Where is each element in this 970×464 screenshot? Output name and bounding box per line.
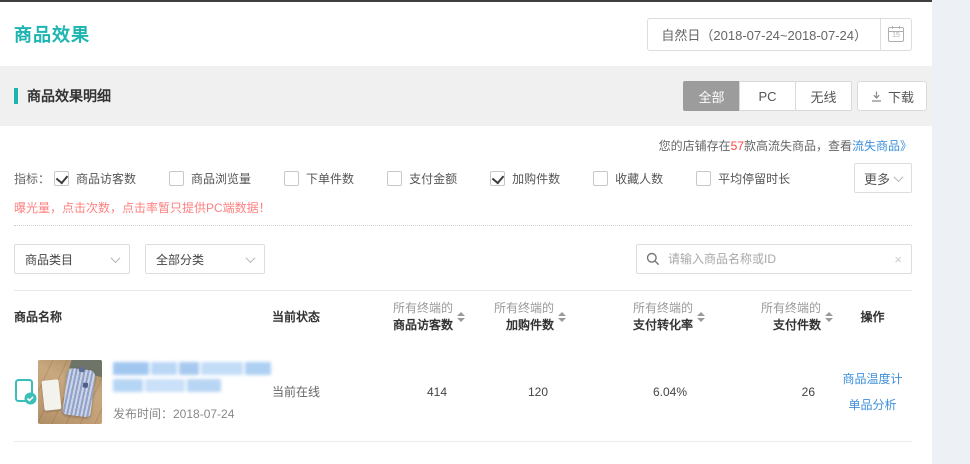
product-effect-page: 商品效果 自然日（2018-07-24~2018-07-24） 15 商品效果明… (0, 0, 970, 464)
chevron-down-icon (111, 253, 121, 263)
single-item-analysis-link[interactable]: 单品分析 (848, 396, 896, 413)
checkbox-avg-stay[interactable] (696, 171, 711, 186)
checkbox-cart-adds[interactable] (490, 171, 505, 186)
metric-payment-amount[interactable]: 支付金额 (387, 170, 457, 187)
terminal-tab-group: 全部 PC 无线 (683, 81, 852, 111)
product-search-box: × (636, 244, 912, 274)
visitors-value: 414 (339, 385, 465, 399)
metric-orders[interactable]: 下单件数 (284, 170, 354, 187)
pc-data-warning: 曝光量，点击次数，点击率暂只提供PC端数据！ (14, 194, 912, 225)
col-header-cart: 所有终端的加购件数 (465, 300, 566, 334)
col-header-status: 当前状态 (264, 308, 339, 325)
metric-label: 商品浏览量 (191, 170, 251, 187)
metric-label: 支付金额 (409, 170, 457, 187)
product-name-redacted[interactable] (113, 362, 271, 375)
table-header: 商品名称 当前状态 所有终端的商品访客数 所有终端的加购件数 所有终端的支付转化… (14, 290, 912, 342)
product-thermometer-link[interactable]: 商品温度计 (842, 370, 902, 387)
metric-avg-stay[interactable]: 平均停留时长 (696, 170, 790, 187)
sort-icon[interactable] (697, 312, 705, 322)
col-header-operations: 操作 (833, 308, 912, 325)
more-metrics-button[interactable]: 更多 (854, 163, 912, 193)
tab-pc[interactable]: PC (739, 81, 796, 111)
category-dropdown[interactable]: 商品类目 (14, 244, 130, 274)
filter-row: 商品类目 全部分类 × (14, 226, 912, 290)
date-range-picker[interactable]: 自然日（2018-07-24~2018-07-24） 15 (647, 18, 912, 51)
calendar-icon: 15 (888, 27, 904, 42)
col-header-pay: 所有终端的支付件数 (705, 300, 833, 334)
search-input[interactable] (668, 252, 886, 266)
metric-label: 收藏人数 (615, 170, 663, 187)
section-title-wrap: 商品效果明细 (14, 86, 111, 106)
cart-adds-value: 120 (465, 385, 566, 399)
more-label: 更多 (864, 169, 890, 188)
notice-prefix: 您的店铺存在 (659, 139, 731, 153)
white-shirt-shape (41, 379, 61, 411)
main-panel: 您的店铺存在57款高流失商品，查看流失商品》 指标： 商品访客数 商品浏览量 下… (0, 126, 932, 442)
date-range-label: 自然日（2018-07-24~2018-07-24） (648, 19, 880, 50)
classification-dropdown[interactable]: 全部分类 (145, 244, 265, 274)
classification-dropdown-label: 全部分类 (156, 251, 204, 268)
checkbox-favorites[interactable] (593, 171, 608, 186)
content-area: 商品效果 自然日（2018-07-24~2018-07-24） 15 商品效果明… (0, 0, 932, 464)
operations-cell: 商品温度计 单品分析 (833, 370, 912, 413)
metric-pageviews[interactable]: 商品浏览量 (169, 170, 251, 187)
table-row: 发布时间：2018-07-24 当前在线 414 120 6.04% 26 商品… (14, 342, 912, 442)
checkbox-payment-amount[interactable] (387, 171, 402, 186)
checkbox-orders[interactable] (284, 171, 299, 186)
metric-visitors[interactable]: 商品访客数 (54, 170, 136, 187)
clear-icon[interactable]: × (894, 253, 902, 266)
loss-count: 57 (731, 139, 744, 153)
conversion-value: 6.04% (566, 385, 705, 399)
section-title: 商品效果明细 (27, 86, 111, 106)
blue-shirt-shape (62, 367, 96, 417)
col-header-product-name: 商品名称 (14, 308, 264, 325)
metric-cart-adds[interactable]: 加购件数 (490, 170, 560, 187)
tab-wireless[interactable]: 无线 (795, 81, 852, 111)
chevron-down-icon (246, 253, 256, 263)
metric-label: 平均停留时长 (718, 170, 790, 187)
metric-favorites[interactable]: 收藏人数 (593, 170, 663, 187)
device-check-icon (14, 378, 38, 406)
sort-icon[interactable] (825, 312, 833, 322)
chevron-down-icon (894, 172, 904, 182)
col-header-conversion: 所有终端的支付转化率 (566, 300, 705, 334)
right-gutter (932, 0, 970, 464)
pay-items-value: 26 (705, 385, 833, 399)
status-cell: 当前在线 (264, 383, 339, 400)
checkbox-pageviews[interactable] (169, 171, 184, 186)
product-name-redacted-line2 (113, 379, 271, 392)
calendar-button[interactable]: 15 (880, 19, 911, 50)
publish-time: 发布时间：2018-07-24 (113, 405, 271, 422)
download-label: 下载 (888, 87, 914, 106)
notice-suffix: 款高流失商品，查看 (744, 139, 852, 153)
sort-icon[interactable] (457, 312, 465, 322)
product-cell: 发布时间：2018-07-24 (14, 360, 264, 424)
loss-products-notice: 您的店铺存在57款高流失商品，查看流失商品》 (14, 126, 912, 162)
metrics-label: 指标： (14, 170, 50, 187)
device-status-wrap (14, 378, 38, 406)
download-icon (870, 90, 883, 103)
metrics-row: 指标： 商品访客数 商品浏览量 下单件数 支付金额 (14, 162, 912, 194)
sort-icon[interactable] (558, 312, 566, 322)
checkbox-visitors[interactable] (54, 171, 69, 186)
search-icon (646, 252, 660, 266)
product-info: 发布时间：2018-07-24 (113, 362, 271, 422)
category-dropdown-label: 商品类目 (25, 251, 73, 268)
section-header: 商品效果明细 全部 PC 无线 下载 (0, 66, 932, 126)
product-image[interactable] (38, 360, 102, 424)
loss-products-link[interactable]: 流失商品》 (852, 139, 912, 153)
download-button[interactable]: 下载 (857, 81, 927, 111)
section-accent-bar (14, 88, 18, 104)
page-title: 商品效果 (14, 21, 90, 47)
tab-all[interactable]: 全部 (683, 81, 740, 111)
metric-label: 商品访客数 (76, 170, 136, 187)
metric-label: 加购件数 (512, 170, 560, 187)
col-header-visitors: 所有终端的商品访客数 (339, 300, 465, 334)
metric-label: 下单件数 (306, 170, 354, 187)
page-header: 商品效果 自然日（2018-07-24~2018-07-24） 15 (0, 2, 932, 66)
terminal-switcher: 全部 PC 无线 下载 (683, 81, 927, 111)
